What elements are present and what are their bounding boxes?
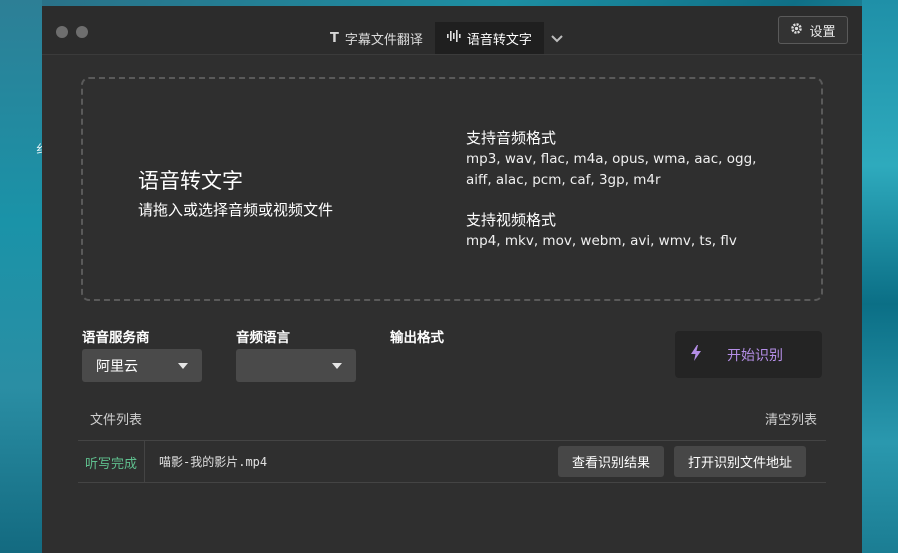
status-badge: 听写完成 xyxy=(85,457,138,472)
text-T-icon: T xyxy=(330,30,339,46)
row-divider xyxy=(144,441,145,482)
lightning-icon xyxy=(689,345,703,365)
title-bar: T 字幕文件翻译 语音转文字 设置 xyxy=(42,6,862,55)
provider-value: 阿里云 xyxy=(96,358,138,375)
audio-formats-line-2: aiff, alac, pcm, caf, 3gp, m4r xyxy=(466,172,661,188)
audio-formats-line-1: mp3, wav, flac, m4a, opus, wma, aac, ogg… xyxy=(466,151,757,167)
output-format-label: 输出格式 xyxy=(390,330,444,346)
chevron-down-icon xyxy=(550,29,564,48)
dropzone-subtitle: 请拖入或选择音频或视频文件 xyxy=(138,201,334,219)
language-select[interactable] xyxy=(236,349,356,382)
tab-bar: T 字幕文件翻译 语音转文字 xyxy=(318,22,570,54)
dropzone-title: 语音转文字 xyxy=(138,169,243,193)
file-list-label: 文件列表 xyxy=(90,413,143,428)
view-result-button[interactable]: 查看识别结果 xyxy=(558,446,664,477)
provider-label: 语音服务商 xyxy=(82,330,150,346)
video-formats-title: 支持视频格式 xyxy=(466,211,557,229)
audio-formats-title: 支持音频格式 xyxy=(466,129,557,147)
tab-label: 字幕文件翻译 xyxy=(344,32,423,48)
settings-label: 设置 xyxy=(809,24,836,40)
tab-label: 语音转文字 xyxy=(466,32,532,48)
clear-list-button[interactable]: 清空列表 xyxy=(765,409,817,428)
video-formats-line-1: mp4, mkv, mov, webm, avi, wmv, ts, flv xyxy=(466,233,737,249)
settings-button[interactable]: 设置 xyxy=(778,16,848,44)
table-row: 听写完成 喵影-我的影片.mp4 查看识别结果 打开识别文件地址 xyxy=(78,440,826,483)
provider-select[interactable]: 阿里云 xyxy=(82,349,202,382)
start-button-label: 开始识别 xyxy=(727,348,783,364)
language-label: 音频语言 xyxy=(236,330,290,346)
open-file-location-button[interactable]: 打开识别文件地址 xyxy=(674,446,806,477)
tab-subtitle-translate[interactable]: T 字幕文件翻译 xyxy=(318,22,435,54)
tab-speech-to-text[interactable]: 语音转文字 xyxy=(434,22,544,54)
window-close-dot[interactable] xyxy=(56,26,68,38)
desktop-background-right xyxy=(862,0,898,553)
app-window: T 字幕文件翻译 语音转文字 设置 语音转文字 请拖入或选择音频或视频文件 支持… xyxy=(42,6,862,553)
gear-icon xyxy=(790,22,803,39)
caret-down-icon xyxy=(178,362,188,369)
more-tabs-button[interactable] xyxy=(544,22,570,54)
audio-wave-icon xyxy=(446,30,461,46)
start-recognition-button[interactable]: 开始识别 xyxy=(675,331,822,378)
file-name: 喵影-我的影片.mp4 xyxy=(159,455,268,469)
file-drop-zone[interactable]: 语音转文字 请拖入或选择音频或视频文件 支持音频格式 mp3, wav, fla… xyxy=(81,77,823,301)
window-minimize-dot[interactable] xyxy=(76,26,88,38)
caret-down-icon xyxy=(332,362,342,369)
desktop-background-left xyxy=(0,0,42,553)
